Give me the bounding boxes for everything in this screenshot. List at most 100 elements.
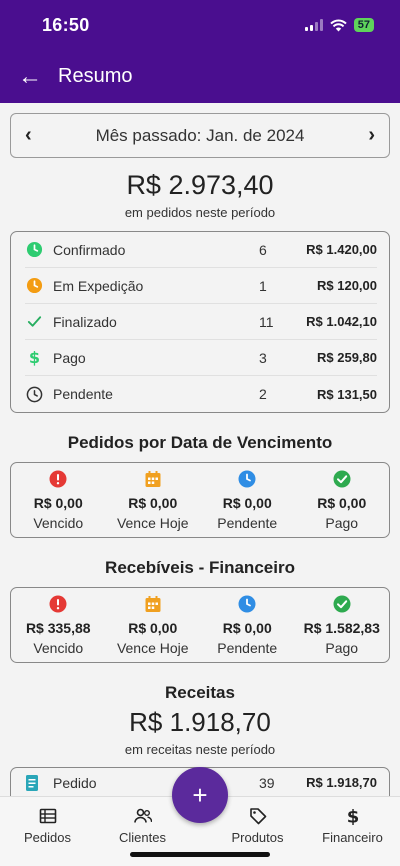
status-row-finalizado[interactable]: Finalizado 11 R$ 1.042,10 (25, 304, 377, 340)
rec-pendente-cell[interactable]: R$ 0,00 Pendente (200, 588, 295, 662)
status-amount: R$ 1.042,10 (306, 314, 377, 329)
status-count: 2 (259, 386, 267, 402)
svg-text:$: $ (346, 807, 359, 825)
status-label: Finalizado (53, 313, 117, 330)
rec-pago-cell[interactable]: R$ 1.582,83 Pago (295, 588, 390, 662)
status-amount: R$ 259,80 (317, 350, 377, 365)
status-bar: 16:50 57 (0, 0, 400, 50)
chevron-right-icon[interactable]: › (368, 124, 375, 147)
svg-text:$: $ (28, 349, 39, 366)
home-indicator (130, 852, 270, 857)
due-pendente-cell[interactable]: R$ 0,00 Pendente (200, 463, 295, 537)
due-date-summary: R$ 0,00 Vencido R$ 0,00 Vence Hoje R$ 0,… (10, 462, 390, 538)
nav-label: Pedidos (24, 830, 71, 845)
cell-value: R$ 1.582,83 (303, 619, 380, 636)
status-count: 6 (259, 241, 267, 258)
tags-icon (249, 808, 266, 825)
revenue-row-count: 39 (259, 774, 275, 791)
cell-label: Vencido (33, 514, 84, 531)
status-amount: R$ 1.420,00 (306, 242, 377, 257)
cell-value: R$ 0,00 (222, 619, 272, 636)
cell-label: Vence Hoje (116, 639, 189, 656)
status-row-em-expedicao[interactable]: Em Expedição 1 R$ 120,00 (25, 268, 377, 304)
cell-value: R$ 0,00 (33, 494, 83, 511)
clock-icon (238, 595, 256, 612)
app-bar: ← Resumo (0, 50, 400, 103)
revenue-title: Receitas (165, 683, 235, 702)
clock-icon (25, 277, 43, 295)
status-amount: R$ 120,00 (317, 278, 377, 293)
status-label: Pendente (53, 386, 113, 402)
nav-financeiro[interactable]: $ Financeiro (305, 797, 400, 866)
dollar-icon: $ (346, 807, 359, 825)
rec-vencido-cell[interactable]: R$ 335,88 Vencido (11, 588, 106, 662)
receipt-icon (25, 774, 43, 792)
alert-icon (49, 595, 67, 612)
cell-value: R$ 335,88 (25, 619, 91, 636)
battery-icon: 57 (353, 18, 374, 32)
status-label: Pago (53, 349, 86, 366)
list-icon (39, 808, 56, 824)
clock-icon (238, 470, 256, 487)
calendar-icon (145, 595, 161, 612)
dollar-icon: $ (25, 349, 43, 367)
status-time: 16:50 (42, 14, 90, 35)
status-amount: R$ 131,50 (317, 386, 377, 402)
period-label: Mês passado: Jan. de 2024 (95, 125, 305, 145)
due-vence-hoje-cell[interactable]: R$ 0,00 Vence Hoje (106, 463, 201, 537)
cell-value: R$ 0,00 (128, 619, 178, 636)
check-circle-icon (333, 470, 351, 487)
cell-value: R$ 0,00 (317, 494, 367, 511)
calendar-icon (145, 470, 161, 487)
revenue-total: R$ 1.918,70 em receitas neste período (10, 707, 390, 757)
due-date-title: Pedidos por Data de Vencimento (67, 433, 333, 452)
alert-icon (49, 470, 67, 487)
order-status-list: Confirmado 6 R$ 1.420,00 Em Expedição 1 … (10, 231, 390, 413)
status-label: Confirmado (53, 241, 126, 258)
period-selector: ‹ Mês passado: Jan. de 2024 › (10, 113, 390, 158)
chevron-left-icon[interactable]: ‹ (25, 124, 32, 147)
revenue-row-amount: R$ 1.918,70 (306, 775, 377, 790)
clock-outline-icon (25, 385, 43, 403)
revenue-total-caption: em receitas neste período (124, 742, 276, 757)
back-arrow-icon[interactable]: ← (18, 63, 42, 91)
main-content: ‹ Mês passado: Jan. de 2024 › R$ 2.973,4… (0, 113, 400, 797)
cell-value: R$ 0,00 (222, 494, 272, 511)
nav-label: Clientes (119, 830, 166, 845)
cell-label: Pago (325, 514, 359, 531)
orders-total-caption: em pedidos neste período (124, 205, 276, 220)
signal-icon (304, 19, 323, 31)
nav-label: Produtos (231, 830, 284, 845)
status-icons: 57 (304, 18, 374, 32)
receivables-title: Recebíveis - Financeiro (105, 558, 295, 577)
status-row-pendente[interactable]: Pendente 2 R$ 131,50 (25, 376, 377, 412)
nav-pedidos[interactable]: Pedidos (0, 797, 95, 866)
due-pago-cell[interactable]: R$ 0,00 Pago (295, 463, 390, 537)
status-row-confirmado[interactable]: Confirmado 6 R$ 1.420,00 (25, 232, 377, 268)
status-row-pago[interactable]: $ Pago 3 R$ 259,80 (25, 340, 377, 376)
receivables-summary: R$ 335,88 Vencido R$ 0,00 Vence Hoje R$ … (10, 587, 390, 663)
due-vencido-cell[interactable]: R$ 0,00 Vencido (11, 463, 106, 537)
cell-label: Vencido (33, 639, 84, 656)
cell-label: Pendente (217, 639, 278, 656)
check-circle-icon (333, 595, 351, 612)
wifi-icon (330, 19, 347, 31)
people-icon (133, 808, 152, 823)
clock-icon (25, 241, 43, 259)
cell-value: R$ 0,00 (128, 494, 178, 511)
rec-vence-hoje-cell[interactable]: R$ 0,00 Vence Hoje (106, 588, 201, 662)
nav-label: Financeiro (322, 830, 383, 845)
orders-total-value: R$ 2.973,40 (126, 170, 274, 200)
cell-label: Pendente (217, 514, 278, 531)
revenue-total-value: R$ 1.918,70 (129, 707, 271, 737)
status-label: Em Expedição (53, 277, 144, 294)
page-title: Resumo (58, 65, 133, 87)
check-icon (25, 313, 43, 331)
header: 16:50 57 ← Resumo (0, 0, 400, 103)
revenue-row-label: Pedido (53, 774, 97, 791)
cell-label: Vence Hoje (116, 514, 189, 531)
add-button[interactable]: + (172, 767, 228, 823)
status-count: 1 (259, 277, 267, 294)
status-count: 3 (259, 349, 267, 366)
status-count: 11 (259, 313, 274, 330)
